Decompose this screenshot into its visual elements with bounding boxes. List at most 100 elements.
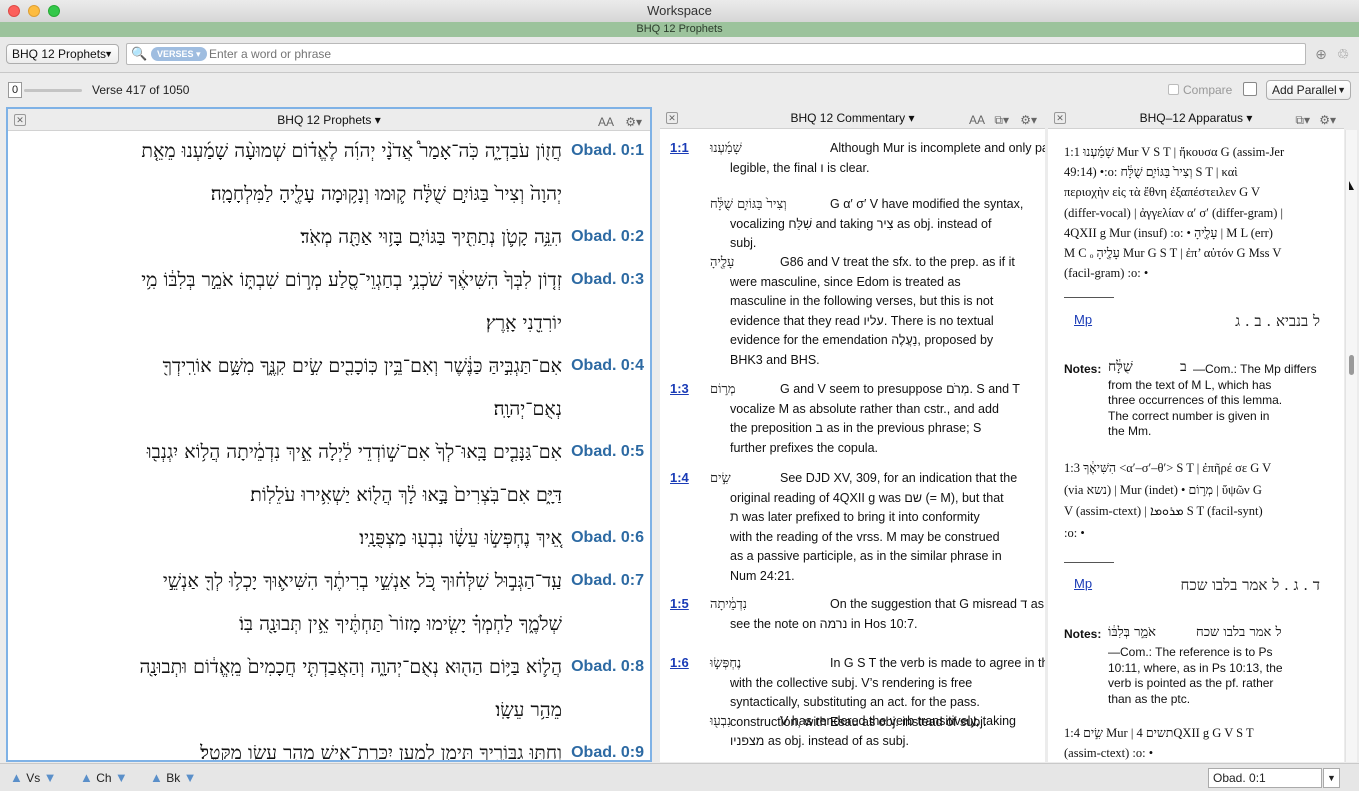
commentary-ref-link[interactable]: 1:4	[670, 470, 689, 485]
reference-field[interactable]: Obad. 0:1	[1208, 768, 1322, 788]
book-nav-label: Bk	[166, 771, 181, 785]
scrollbar-thumb[interactable]	[1349, 355, 1354, 375]
hebrew-line: חֲז֖וֹן עֹבַדְיָ֑ה כֹּֽה־אָמַר֩ אֲדֹנָ֨י…	[141, 140, 562, 162]
commentary-pane-title[interactable]: BHQ 12 Commentary	[790, 111, 905, 125]
recycle-icon[interactable]: ♲	[1335, 46, 1351, 62]
position-slider[interactable]	[24, 89, 82, 92]
commentary-text-line: G and V seem to presuppose מְרֹם. S and …	[780, 382, 1020, 396]
bible-text-pane: ✕ BHQ 12 Prophets ▾ AA ⚙▾ חֲז֖וֹן עֹבַדְ…	[6, 107, 652, 762]
close-pane-icon[interactable]: ✕	[666, 112, 678, 124]
hebrew-line: אִם־תַּגְבִּ֣יהַּ כַּנֶּ֔שֶׁר וְאִם־בֵּ֥…	[162, 355, 562, 377]
notes-line: the Mm.	[1108, 424, 1152, 438]
commentary-text-line: In G S T the verb is made to agree in th…	[830, 656, 1045, 670]
chevron-down-icon[interactable]: ▼	[1323, 768, 1340, 788]
divider	[1064, 297, 1114, 298]
status-bar: ▲ Vs ▼ ▲ Ch ▼ ▲ Bk ▼ Obad. 0:1 ▼	[0, 763, 1359, 791]
hebrew-line: מֵהַ֥ר עֵשָֽׂו׃	[495, 699, 562, 721]
commentary-ref-link[interactable]: 1:5	[670, 596, 689, 611]
scope-pill-label: VERSES	[157, 49, 194, 59]
commentary-ref-link[interactable]: 1:6	[670, 655, 689, 670]
apparatus-line: (assim-ctext) :o: •	[1064, 746, 1154, 760]
commentary-lemma: נִבְע֖וּ	[710, 714, 732, 729]
commentary-text-line: evidence for the emendation נַעֲלֶה, pro…	[730, 333, 994, 347]
apparatus-pane-title[interactable]: BHQ–12 Apparatus	[1140, 111, 1243, 125]
scope-pill[interactable]: VERSES ▾	[151, 47, 207, 61]
apparatus-line: 1:3 הִשִּׁיאֶ֔ךָ <α′–σ′–θ′> S T | ἐπῆρέ …	[1064, 461, 1272, 475]
font-size-icon[interactable]: AA	[598, 111, 614, 133]
font-size-icon[interactable]: AA	[969, 109, 985, 131]
zoom-window-button[interactable]	[48, 5, 60, 17]
commentary-text-line: ת was later prefixed to bring it into co…	[730, 510, 980, 524]
verse-reference[interactable]: Obad. 0:4	[571, 357, 644, 375]
verse-nav[interactable]: ▲ Vs ▼	[10, 770, 56, 785]
minimize-window-button[interactable]	[28, 5, 40, 17]
apparatus-line: M C ₒ עָלֶ֖יהָ Mur G S T | ἐπ’ αὐτόν G M…	[1064, 246, 1282, 260]
commentary-body: 1:1 שָׁמַ֜עְנוּ Although Mur is incomplete…	[660, 130, 1045, 762]
link-panes-icon[interactable]: ⧉▾	[994, 109, 1009, 131]
triangle-down-icon: ▼	[43, 770, 57, 785]
close-pane-icon[interactable]: ✕	[1054, 112, 1066, 124]
close-pane-icon[interactable]: ✕	[14, 114, 26, 126]
apparatus-line: 4QXII g Mur (insuf) :o: • עָלֶ֖יהָ | M L…	[1064, 225, 1273, 240]
apparatus-line: (facil-gram) :o: •	[1064, 266, 1149, 281]
verse-reference[interactable]: Obad. 0:5	[571, 443, 644, 461]
verse-reference[interactable]: Obad. 0:9	[571, 744, 644, 760]
apparatus-pane: ✕ BHQ–12 Apparatus ▾ ⧉▾ ⚙▾ 1:1 שָׁמַ֜עְנ…	[1048, 107, 1344, 762]
verse-reference[interactable]: Obad. 0:1	[571, 142, 644, 160]
commentary-lemma: נֶחְפְּשׂ֣וּ	[710, 656, 742, 671]
notes-line: three occurrences of this lemma.	[1108, 393, 1283, 407]
search-input[interactable]	[209, 46, 1289, 62]
apparatus-line: 49:14) •:o: וְצִיר֙ בַּגּוֹיִ֣ם שֻׁלָּ֔ח…	[1064, 165, 1238, 180]
notes-label: Notes:	[1064, 362, 1102, 376]
apparatus-line: V (assim-ctext) | ܡܪܘܡܐ S T (facil-synt)	[1064, 504, 1263, 518]
mouse-pointer-icon	[1349, 181, 1354, 190]
commentary-text-line: syntactically, substituting an act. for …	[730, 695, 980, 709]
verse-reference[interactable]: Obad. 0:8	[571, 658, 644, 676]
commentary-text-line: were masculine, since Edom is treated as	[730, 274, 961, 289]
close-window-button[interactable]	[8, 5, 20, 17]
hebrew-line: זְד֤וֹן לִבְּךָ֙ הִשִּׁיאֶ֔ךָ שֹׁכְנִ֥י …	[141, 269, 562, 291]
book-nav[interactable]: ▲ Bk ▼	[150, 770, 196, 785]
chevron-down-icon[interactable]: ▾	[909, 111, 915, 125]
commentary-ref-link[interactable]: 1:3	[670, 381, 689, 396]
chevron-down-icon[interactable]: ▾	[1246, 111, 1252, 125]
add-icon[interactable]: ⊕	[1313, 46, 1329, 62]
commentary-ref-link[interactable]: 1:1	[670, 140, 689, 155]
apparatus-pane-header: ✕ BHQ–12 Apparatus ▾ ⧉▾ ⚙▾	[1048, 107, 1344, 129]
commentary-text-line: as a passive participle, as in the simil…	[730, 549, 1002, 563]
notes-line: —Com.: The reference is to Ps	[1108, 645, 1273, 659]
gear-icon[interactable]: ⚙▾	[625, 111, 642, 133]
chevron-down-icon[interactable]: ▾	[375, 113, 381, 127]
apparatus-scrollbar[interactable]	[1345, 130, 1357, 762]
verse-reference[interactable]: Obad. 0:2	[571, 228, 644, 246]
apparatus-line: :o: •	[1064, 525, 1085, 540]
bible-pane-title[interactable]: BHQ 12 Prophets	[277, 113, 371, 127]
commentary-text-line: evidence that they read עליו. There is n…	[730, 313, 994, 328]
resource-selector[interactable]: BHQ 12 Prophets ▼	[6, 44, 119, 64]
apparatus-line: 1:4 שִׂ֣ים Mur | תשים 4QXII g G V S T	[1064, 726, 1254, 740]
compare-checkbox[interactable]: Compare	[1168, 83, 1232, 97]
bible-pane-header: ✕ BHQ 12 Prophets ▾ AA ⚙▾	[8, 109, 650, 131]
gear-icon[interactable]: ⚙▾	[1020, 109, 1037, 131]
hebrew-line: הֲל֛וֹא בַּיּ֥וֹם הַה֖וּא נְאֻם־יְהוָ֑ה …	[139, 656, 562, 678]
notes-line: 10:11, where, as in Ps 10:13, the	[1108, 660, 1283, 675]
commentary-text-line: legible, the final ו is clear.	[730, 160, 870, 175]
hebrew-line: נְאֻם־יְהוָֽה׃	[493, 398, 562, 420]
search-icon[interactable]: 🔍	[131, 46, 147, 62]
masora-parva-text: ל בנביא . ב . ג	[1235, 312, 1320, 330]
masora-parva-link[interactable]: Mp	[1074, 312, 1092, 327]
link-panes-icon[interactable]: ⧉▾	[1295, 109, 1310, 131]
verse-reference[interactable]: Obad. 0:7	[571, 572, 644, 590]
search-box[interactable]: 🔍 VERSES ▾	[126, 43, 1306, 65]
gear-icon[interactable]: ⚙▾	[1319, 109, 1336, 131]
add-parallel-button[interactable]: Add Parallel ▼	[1266, 80, 1351, 100]
hebrew-line: הִנֵּ֥ה קָטֹ֛ן נְתַתִּ֖יךָ בַּגּוֹיִ֑ם ב…	[300, 226, 562, 248]
commentary-lemma: עָלֶ֖יהָ	[710, 255, 735, 270]
masora-parva-link[interactable]: Mp	[1074, 576, 1092, 591]
parallel-layout-icon[interactable]	[1243, 82, 1257, 96]
verse-reference[interactable]: Obad. 0:3	[571, 271, 644, 289]
verse-reference[interactable]: Obad. 0:6	[571, 529, 644, 547]
chapter-nav[interactable]: ▲ Ch ▼	[80, 770, 128, 785]
position-field[interactable]: 0	[8, 82, 22, 98]
triangle-up-icon: ▲	[150, 770, 163, 785]
